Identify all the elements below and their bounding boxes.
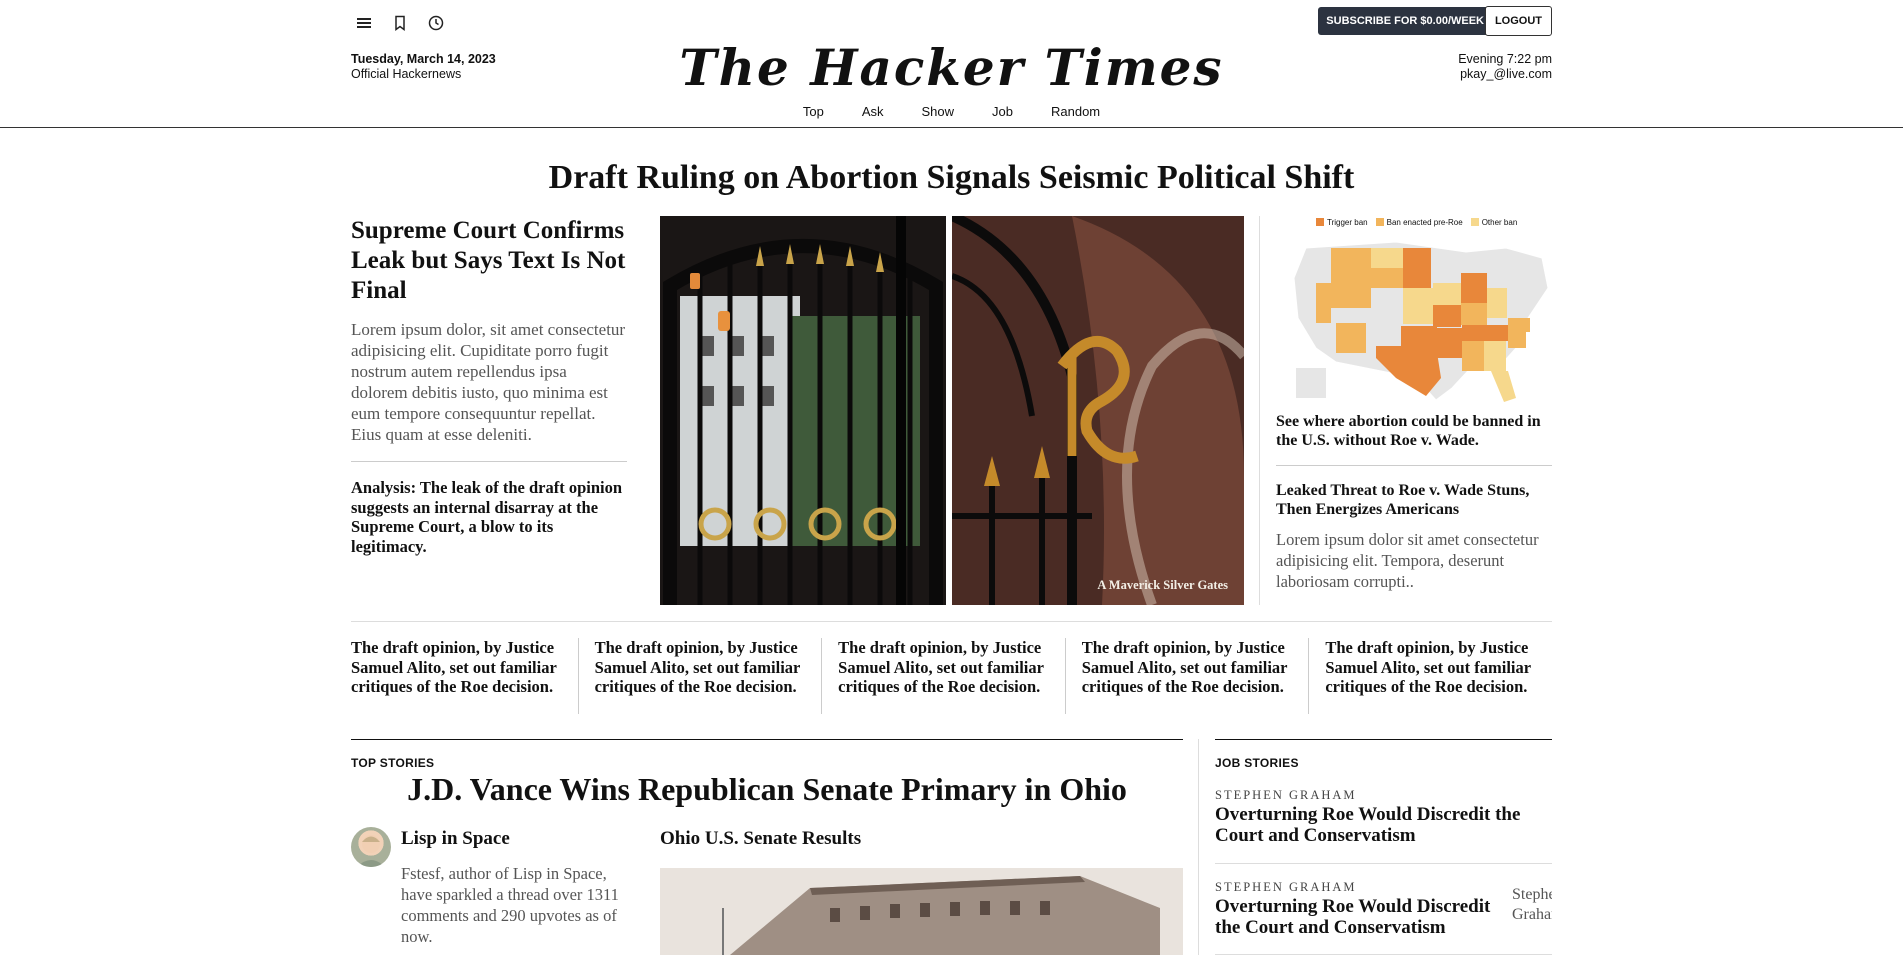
- top-bar: SUBSCRIBE FOR $0.00/WEEK LOGOUT: [351, 6, 1552, 36]
- related-story[interactable]: The draft opinion, by Justice Samuel Ali…: [351, 638, 578, 714]
- nav-job[interactable]: Job: [973, 104, 1032, 119]
- building-photo[interactable]: [660, 868, 1183, 955]
- main-nav: Top Ask Show Job Random: [0, 104, 1903, 119]
- current-time: Evening 7:22 pm: [1458, 52, 1552, 66]
- us-map-graphic: [1293, 241, 1549, 402]
- right-headline[interactable]: Leaked Threat to Roe v. Wade Stuns, Then…: [1276, 481, 1552, 519]
- abortion-map[interactable]: Trigger ban Ban enacted pre-Roe Other ba…: [1276, 216, 1552, 402]
- related-story[interactable]: The draft opinion, by Justice Samuel Ali…: [595, 638, 822, 714]
- user-block: Evening 7:22 pm pkay_@live.com: [1458, 52, 1552, 82]
- right-body: Lorem ipsum dolor sit amet consectetur a…: [1276, 530, 1539, 591]
- top-story-headline[interactable]: J.D. Vance Wins Republican Senate Primar…: [351, 771, 1183, 808]
- job-story-title[interactable]: Overturning Roe Would Discredit the Cour…: [1215, 804, 1552, 846]
- story-body: Fstesf, author of Lisp in Space, have sp…: [401, 864, 619, 946]
- lead-headline[interactable]: Draft Ruling on Abortion Signals Seismic…: [0, 159, 1903, 197]
- divider: [1064, 638, 1066, 714]
- legend-trigger-ban: Trigger ban: [1316, 218, 1368, 227]
- photo-caption: A Maverick Silver Gates: [1097, 578, 1228, 592]
- section-divider: [351, 621, 1552, 622]
- job-author: Stephen Graham: [1215, 788, 1357, 802]
- related-stories-row: The draft opinion, by Justice Samuel Ali…: [351, 638, 1552, 714]
- logout-button[interactable]: LOGOUT: [1484, 6, 1552, 36]
- divider: [577, 638, 579, 714]
- avatar: [351, 827, 391, 867]
- column-divider: [1259, 216, 1260, 605]
- lead-right-column: Trigger ban Ban enacted pre-Roe Other ba…: [1276, 216, 1552, 592]
- map-caption[interactable]: See where abortion could be banned in th…: [1276, 412, 1552, 450]
- divider: [351, 461, 627, 462]
- nav-top[interactable]: Top: [784, 104, 843, 119]
- bookmark-icon[interactable]: [389, 12, 411, 34]
- divider: [1215, 863, 1552, 864]
- story-title[interactable]: Lisp in Space: [401, 828, 510, 850]
- top-stories-label: TOP STORIES: [351, 756, 435, 770]
- history-icon[interactable]: [425, 12, 447, 34]
- legend-pre-roe-ban: Ban enacted pre-Roe: [1375, 218, 1463, 227]
- lead-left-column: Supreme Court Confirms Leak but Says Tex…: [351, 216, 627, 556]
- top-stories-rule: [351, 739, 1183, 740]
- related-story[interactable]: The draft opinion, by Justice Samuel Ali…: [838, 638, 1065, 714]
- header-divider: [0, 127, 1903, 128]
- divider: [1276, 465, 1552, 466]
- job-stories-rule: [1215, 739, 1552, 740]
- nav-random[interactable]: Random: [1032, 104, 1119, 119]
- job-stories-label: JOB STORIES: [1215, 756, 1299, 770]
- legend-other-ban: Other ban: [1470, 218, 1517, 227]
- column-divider: [1198, 739, 1199, 955]
- menu-icon[interactable]: [353, 12, 375, 34]
- lead-left-headline[interactable]: Supreme Court Confirms Leak but Says Tex…: [351, 216, 627, 306]
- subscribe-button[interactable]: SUBSCRIBE FOR $0.00/WEEK: [1318, 7, 1492, 35]
- user-email: pkay_@live.com: [1460, 67, 1552, 81]
- analysis-headline[interactable]: Analysis: The leak of the draft opinion …: [351, 478, 627, 556]
- related-story[interactable]: The draft opinion, by Justice Samuel Ali…: [1082, 638, 1309, 714]
- gate-photo-left[interactable]: [660, 216, 946, 605]
- lead-left-body: Lorem ipsum dolor, sit amet consectetur …: [351, 320, 626, 444]
- results-title[interactable]: Ohio U.S. Senate Results: [660, 828, 861, 850]
- job-story-title[interactable]: Overturning Roe Would Discredit the Cour…: [1215, 896, 1505, 938]
- masthead-title[interactable]: The Hacker Times: [0, 38, 1903, 97]
- related-story[interactable]: The draft opinion, by Justice Samuel Ali…: [1325, 638, 1552, 714]
- map-legend: Trigger ban Ban enacted pre-Roe Other ba…: [1316, 216, 1552, 228]
- job-author: Stephen Graham: [1215, 880, 1357, 894]
- divider: [1308, 638, 1310, 714]
- divider: [821, 638, 823, 714]
- job-author-overflow: Stephen Graham: [1512, 886, 1552, 923]
- gate-photo-right[interactable]: A Maverick Silver Gates: [952, 216, 1244, 605]
- nav-ask[interactable]: Ask: [843, 104, 903, 119]
- nav-show[interactable]: Show: [903, 104, 974, 119]
